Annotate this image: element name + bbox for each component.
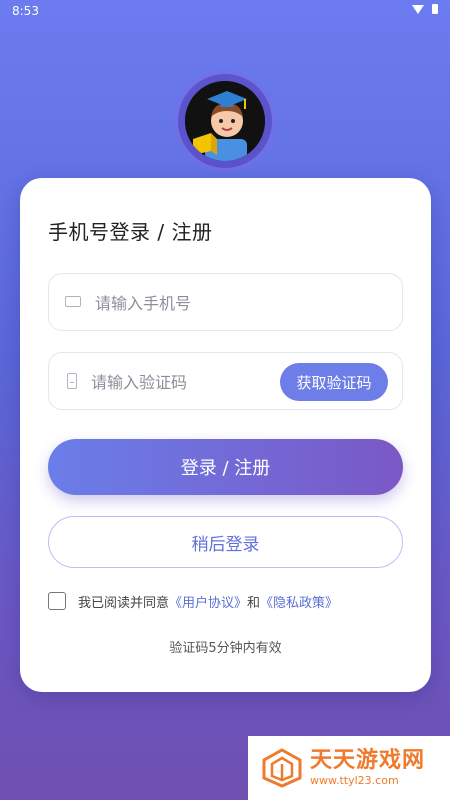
lock-icon [67, 373, 77, 389]
student-avatar-icon [185, 81, 265, 161]
login-button[interactable]: 登录 / 注册 [48, 439, 403, 495]
login-card: 手机号登录 / 注册 获取验证码 登录 / 注册 稍后登录 我已阅读并同意 《用… [20, 178, 431, 692]
privacy-policy-link[interactable]: 《隐私政策》 [260, 592, 338, 611]
status-bar: 8:53 [0, 0, 450, 22]
battery-icon [432, 4, 438, 14]
code-input[interactable] [89, 353, 273, 411]
phone-field[interactable] [48, 273, 403, 332]
agreement-checkbox[interactable] [48, 592, 66, 610]
get-code-button[interactable]: 获取验证码 [280, 363, 388, 401]
status-icons [412, 4, 438, 14]
status-time: 8:53 [12, 4, 39, 18]
user-agreement-link[interactable]: 《用户协议》 [169, 592, 247, 611]
phone-input[interactable] [93, 274, 317, 332]
agreement-and: 和 [247, 595, 261, 611]
watermark-logo-icon [262, 748, 302, 788]
page-title: 手机号登录 / 注册 [48, 220, 213, 244]
later-login-button[interactable]: 稍后登录 [48, 516, 403, 568]
code-field[interactable]: 获取验证码 [48, 352, 403, 411]
avatar [178, 74, 272, 168]
watermark-title: 天天游戏网 [310, 748, 426, 773]
wifi-icon [412, 4, 424, 14]
phone-icon [65, 296, 81, 307]
watermark: 天天游戏网 www.ttyl23.com [248, 736, 450, 800]
agreement-prefix: 我已阅读并同意 [78, 595, 170, 611]
code-validity-tip: 验证码5分钟内有效 [169, 641, 282, 656]
watermark-url: www.ttyl23.com [310, 774, 399, 787]
avatar-image [185, 81, 265, 161]
agreement-row: 我已阅读并同意 《用户协议》 和 《隐私政策》 [48, 590, 338, 612]
